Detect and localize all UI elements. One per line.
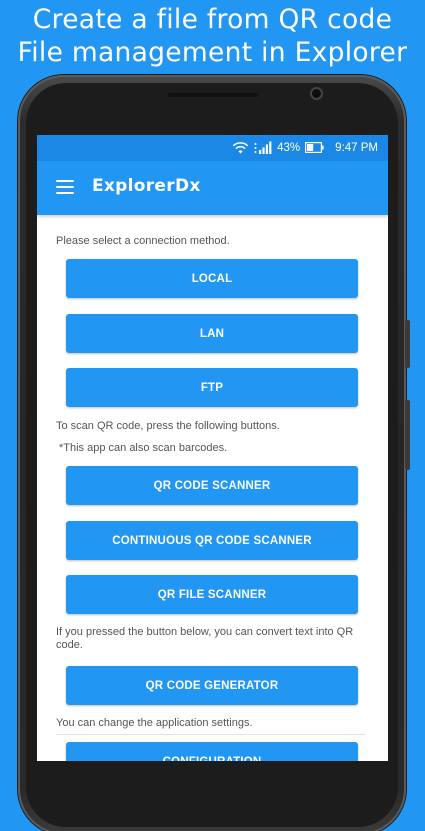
phone-speaker (168, 93, 258, 97)
app-bar: ExplorerDx (37, 161, 388, 215)
battery-percent: 43% (277, 141, 301, 154)
headline-line-1: Create a file from QR code (32, 4, 393, 35)
qr-code-scanner-button[interactable]: QR CODE SCANNER (66, 466, 358, 505)
section-divider (56, 734, 366, 735)
phone-screen: 43% 9:47 PM ExplorerDx Please select a c… (37, 135, 388, 761)
menu-icon[interactable] (56, 180, 74, 194)
status-indicators: 43% 9:47 PM (232, 141, 378, 154)
app-title: ExplorerDx (92, 176, 201, 196)
qr-code-generator-button[interactable]: QR CODE GENERATOR (66, 666, 358, 705)
status-time: 9:47 PM (335, 141, 378, 154)
ftp-button[interactable]: FTP (66, 368, 358, 407)
connection-label: Please select a connection method. (56, 235, 230, 247)
scan-note: *This app can also scan barcodes. (59, 442, 228, 454)
settings-label: You can change the application settings. (56, 717, 253, 729)
wifi-icon (232, 141, 249, 154)
lan-button[interactable]: LAN (66, 314, 358, 353)
generate-label: If you pressed the button below, you can… (56, 626, 354, 651)
continuous-qr-code-scanner-button[interactable]: CONTINUOUS QR CODE SCANNER (66, 521, 358, 560)
phone-camera (312, 89, 321, 98)
signal-icon (254, 141, 272, 154)
phone-side-button (405, 320, 410, 368)
configuration-button[interactable]: CONFIGURATION (66, 742, 358, 761)
promo-screenshot: Create a file from QR code File manageme… (0, 0, 425, 831)
phone-volume-button (405, 400, 410, 470)
headline-line-2: File management in Explorer (17, 37, 408, 68)
local-button[interactable]: LOCAL (66, 259, 358, 298)
battery-icon (305, 142, 324, 153)
qr-file-scanner-button[interactable]: QR FILE SCANNER (66, 575, 358, 614)
scan-label: To scan QR code, press the following but… (56, 420, 280, 432)
status-bar: 43% 9:47 PM (37, 135, 388, 161)
